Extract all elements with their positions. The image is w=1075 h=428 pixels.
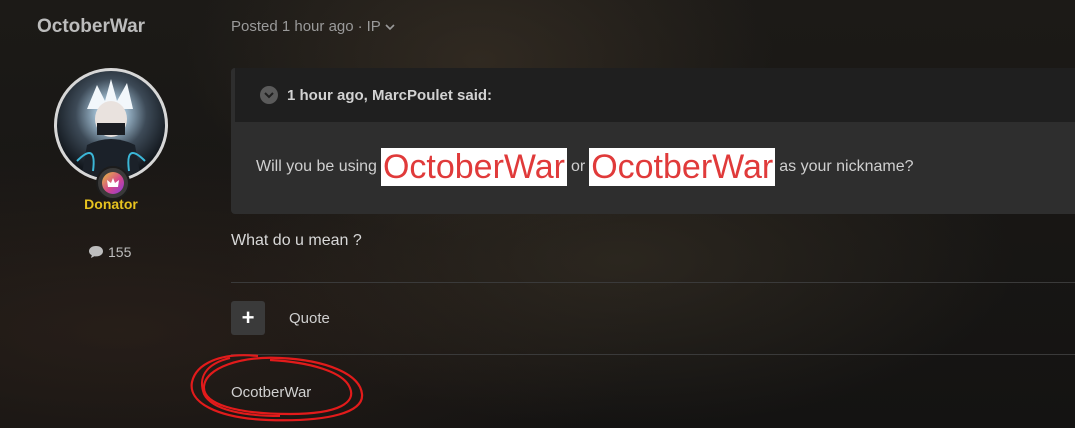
quote-text-after: as your nickname? <box>779 158 914 175</box>
meta-separator: · <box>357 18 363 35</box>
signature: OcotberWar <box>231 384 312 401</box>
crown-badge-icon <box>96 166 130 200</box>
avatar[interactable] <box>54 68 168 182</box>
highlighted-nickname-1: OctoberWar <box>380 148 567 186</box>
posted-time[interactable]: Posted 1 hour ago <box>231 18 354 35</box>
quote-text-before: Will you be using <box>256 158 377 175</box>
highlighted-nickname-2: OcotberWar <box>589 148 776 186</box>
quote-block: 1 hour ago, MarcPoulet said: Will you be… <box>231 68 1075 214</box>
chevron-down-icon[interactable] <box>385 23 395 31</box>
author-name[interactable]: OctoberWar <box>37 16 145 38</box>
post-meta: Posted 1 hour ago · IP <box>231 18 395 35</box>
ip-link[interactable]: IP <box>367 18 381 35</box>
reply-text: What do u mean ? <box>231 232 362 249</box>
member-group: Donator <box>84 196 138 212</box>
author-panel: OctoberWar Donator 155 <box>0 0 222 428</box>
post-count: 155 <box>88 244 131 260</box>
avatar-image <box>57 71 165 179</box>
divider <box>231 282 1075 283</box>
quote-header: 1 hour ago, MarcPoulet said: <box>231 68 1075 122</box>
divider <box>231 354 1075 355</box>
post-count-value: 155 <box>108 244 132 260</box>
quote-body: Will you be using OctoberWar or OcotberW… <box>256 148 914 186</box>
avatar-figure <box>76 79 146 179</box>
quote-toggle-button[interactable] <box>260 86 278 104</box>
comment-icon <box>89 246 103 258</box>
quote-button[interactable]: Quote <box>289 310 330 327</box>
reaction-plus-button[interactable]: + <box>231 301 265 335</box>
quote-text-middle: or <box>570 158 586 175</box>
quote-citation[interactable]: 1 hour ago, MarcPoulet said: <box>287 87 492 104</box>
chevron-down-icon <box>264 91 274 98</box>
